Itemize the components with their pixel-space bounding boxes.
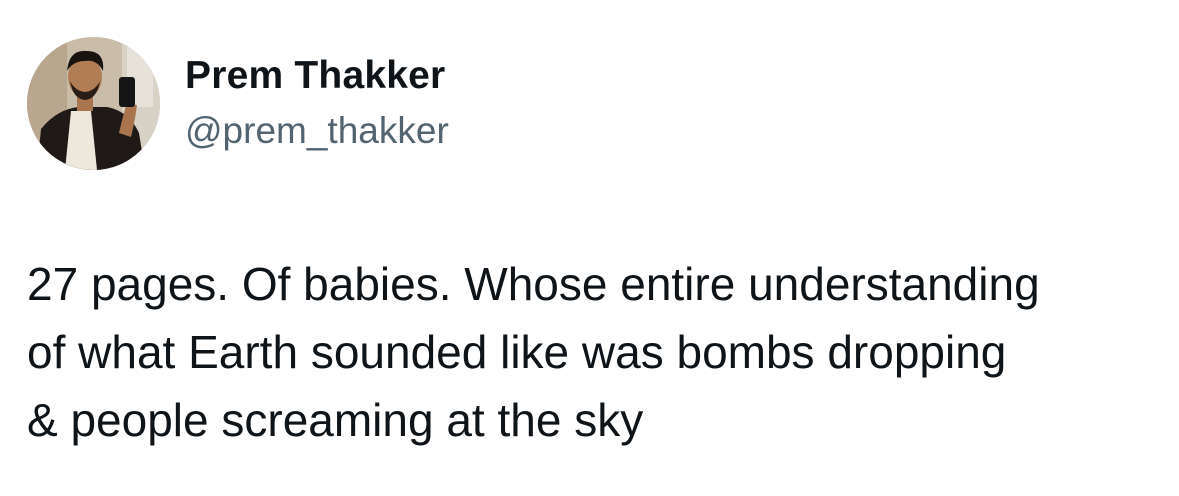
author-display-name[interactable]: Prem Thakker <box>185 54 445 98</box>
tweet-text-line: 27 pages. Of babies. Whose entire unders… <box>27 258 1040 310</box>
profile-photo-icon <box>27 37 160 170</box>
tweet-text: 27 pages. Of babies. Whose entire unders… <box>27 250 1157 454</box>
tweet-text-line: of what Earth sounded like was bombs dro… <box>27 326 1007 378</box>
tweet-text-line: & people screaming at the sky <box>27 394 644 446</box>
avatar[interactable] <box>27 37 160 170</box>
author-handle[interactable]: @prem_thakker <box>185 110 449 152</box>
tweet-card: Prem Thakker @prem_thakker 27 pages. Of … <box>0 0 1179 496</box>
